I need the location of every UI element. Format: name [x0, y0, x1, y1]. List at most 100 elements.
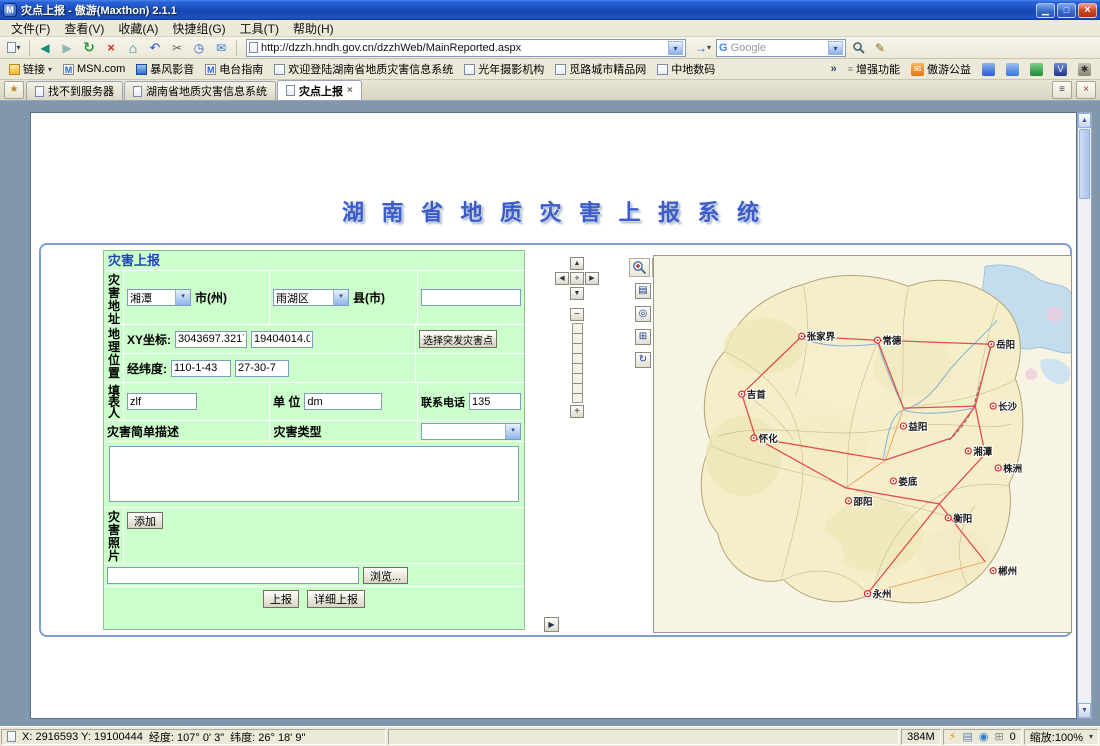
bookmark-city-boutique[interactable]: 觅路城市精品网 [550, 59, 651, 79]
county-select[interactable]: 雨湖区 ▾ [273, 289, 349, 306]
add-photo-button[interactable]: 添加 [127, 512, 163, 529]
unit-input[interactable] [304, 393, 382, 410]
zoom-in-tool-button[interactable] [629, 258, 650, 277]
back-button[interactable]: ◀ [35, 39, 55, 57]
maxthon-charity-button[interactable]: ✉ 傲游公益 [906, 59, 976, 79]
pan-down-button[interactable]: ▼ [570, 287, 584, 300]
grid-button[interactable]: ⊞ [635, 329, 651, 345]
city-select[interactable]: 湘潭 ▾ [127, 289, 191, 306]
close-button[interactable]: × [1078, 3, 1097, 18]
tab-server-not-found[interactable]: 找不到服务器 [26, 81, 123, 100]
bookmark-hunan-geo-system[interactable]: 欢迎登陆湖南省地质灾害信息系统 [269, 59, 458, 79]
submit-button[interactable]: 上报 [263, 590, 299, 608]
snap-tool-button[interactable]: ✂ [167, 39, 187, 57]
highlight-pencil-button[interactable]: ✎ [870, 39, 890, 57]
forward-button[interactable]: ▶ [57, 39, 77, 57]
minimize-button[interactable]: ▁ [1036, 3, 1055, 18]
menu-favorites[interactable]: 收藏(A) [111, 19, 165, 38]
proxy-icon[interactable]: ▤ [962, 730, 972, 744]
reset-view-button[interactable]: ↻ [635, 352, 651, 368]
search-input[interactable]: Google [731, 42, 825, 54]
zoom-in-slider-button[interactable]: + [570, 405, 584, 418]
chevron-down-icon[interactable]: ▾ [175, 290, 190, 305]
bookmark-photo-studio[interactable]: 光年摄影机构 [459, 59, 549, 79]
search-box[interactable]: G Google ▾ [716, 39, 846, 57]
zoom-section[interactable]: 缩放:100% ▾ [1024, 729, 1099, 745]
settings-button[interactable]: ✱ [1073, 61, 1096, 78]
reporter-name-input[interactable] [127, 393, 197, 410]
pan-left-button[interactable]: ◀ [555, 272, 569, 285]
address-dropdown-button[interactable]: ▾ [668, 41, 683, 55]
disaster-type-select[interactable]: ▾ [421, 423, 521, 440]
zoom-out-slider-button[interactable]: − [570, 308, 584, 321]
tab-list-button[interactable]: ≡ [1052, 81, 1072, 99]
bookmark-baofeng[interactable]: 暴风影音 [131, 59, 199, 79]
filter-counter-icon[interactable]: ⊞ [994, 730, 1003, 744]
stop-button[interactable]: × [101, 39, 121, 57]
refresh-button[interactable]: ↻ [79, 39, 99, 57]
y-coordinate-input[interactable] [251, 331, 313, 348]
bookmark-msn[interactable]: M MSN.com [58, 61, 130, 77]
bookmark-zhongdi[interactable]: 中地数码 [652, 59, 720, 79]
close-all-tabs-button[interactable]: × [1076, 81, 1096, 99]
latitude-input[interactable] [235, 360, 289, 377]
address-detail-input[interactable] [421, 289, 521, 306]
layers-button[interactable]: ▤ [635, 283, 651, 299]
search-engine-dropdown[interactable]: ▾ [828, 41, 843, 55]
zoom-level[interactable]: 缩放:100% [1030, 729, 1083, 745]
pan-up-button[interactable]: ▲ [570, 257, 584, 270]
favorites-star-button[interactable]: ★ [4, 81, 24, 99]
overview-eye-button[interactable]: ◎ [635, 306, 651, 322]
zoom-slider[interactable] [572, 323, 583, 403]
close-tab-icon[interactable]: × [347, 85, 353, 96]
hunan-map[interactable]: 张家界 常德 岳阳 吉首 益阳 长沙 怀化 湘潭 株洲 娄底 邵阳 衡阳 郴州 … [654, 256, 1072, 633]
zoom-dropdown-icon[interactable]: ▾ [1089, 732, 1093, 741]
mail-button[interactable]: ✉ [211, 39, 231, 57]
menu-view[interactable]: 查看(V) [57, 19, 111, 38]
feed-button[interactable] [1025, 61, 1048, 78]
bookmark-links-folder[interactable]: 链接 ▾ [4, 59, 57, 79]
extensions-button[interactable]: ≡ 增强功能 [843, 59, 905, 79]
x-coordinate-input[interactable] [175, 331, 247, 348]
longitude-input[interactable] [171, 360, 231, 377]
go-button[interactable]: → ▾ [692, 39, 714, 57]
pan-center-button[interactable]: + [570, 272, 584, 285]
menu-help[interactable]: 帮助(H) [286, 19, 341, 38]
pick-disaster-point-button[interactable]: 选择突发灾害点 [419, 330, 497, 348]
tab-hunan-geo-info-system[interactable]: 湖南省地质灾害信息系统 [124, 81, 276, 100]
address-url[interactable]: http://dzzh.hndh.gov.cn/dzzhWeb/MainRepo… [261, 42, 665, 54]
photo-file-input[interactable] [107, 567, 359, 584]
bookmark-radio-guide[interactable]: M 电台指南 [200, 59, 268, 79]
undo-button[interactable]: ↶ [145, 39, 165, 57]
security-button[interactable]: V [1049, 61, 1072, 78]
history-clock-button[interactable]: ◷ [189, 39, 209, 57]
charity-envelope-icon: ✉ [911, 63, 924, 76]
new-tab-button[interactable]: ▾ [4, 39, 24, 57]
browse-button[interactable]: 浏览... [363, 567, 408, 584]
description-textarea[interactable] [109, 446, 519, 502]
home-button[interactable]: ⌂ [123, 39, 143, 57]
skin-button[interactable] [977, 61, 1000, 78]
pan-right-button[interactable]: ▶ [585, 272, 599, 285]
bookmarks-overflow-button[interactable]: » [826, 61, 842, 77]
menu-groups[interactable]: 快捷组(G) [165, 19, 232, 38]
panel-toggle-button[interactable] [1001, 61, 1024, 78]
menu-tools[interactable]: 工具(T) [233, 19, 286, 38]
chevron-down-icon[interactable]: ▾ [333, 290, 348, 305]
shield-icon: V [1054, 63, 1067, 76]
globe-icon[interactable]: ◉ [979, 730, 989, 744]
scrollbar-thumb[interactable] [1079, 129, 1090, 199]
collapse-panel-button[interactable]: ▶ [544, 617, 559, 632]
address-bar[interactable]: http://dzzh.hndh.gov.cn/dzzhWeb/MainRepo… [246, 39, 686, 57]
search-go-button[interactable] [848, 39, 868, 57]
menu-file[interactable]: 文件(F) [4, 19, 57, 38]
maximize-button[interactable]: □ [1057, 3, 1076, 18]
detail-submit-button[interactable]: 详细上报 [307, 590, 365, 608]
page-scrollbar[interactable]: ▲ ▼ [1077, 112, 1092, 719]
scroll-down-arrow[interactable]: ▼ [1078, 703, 1091, 718]
tab-disaster-report[interactable]: 灾点上报 × [277, 80, 362, 100]
chevron-down-icon[interactable]: ▾ [505, 424, 520, 439]
boost-lightning-icon[interactable]: ⚡ [949, 730, 957, 744]
scroll-up-arrow[interactable]: ▲ [1078, 113, 1091, 128]
phone-input[interactable] [469, 393, 521, 410]
